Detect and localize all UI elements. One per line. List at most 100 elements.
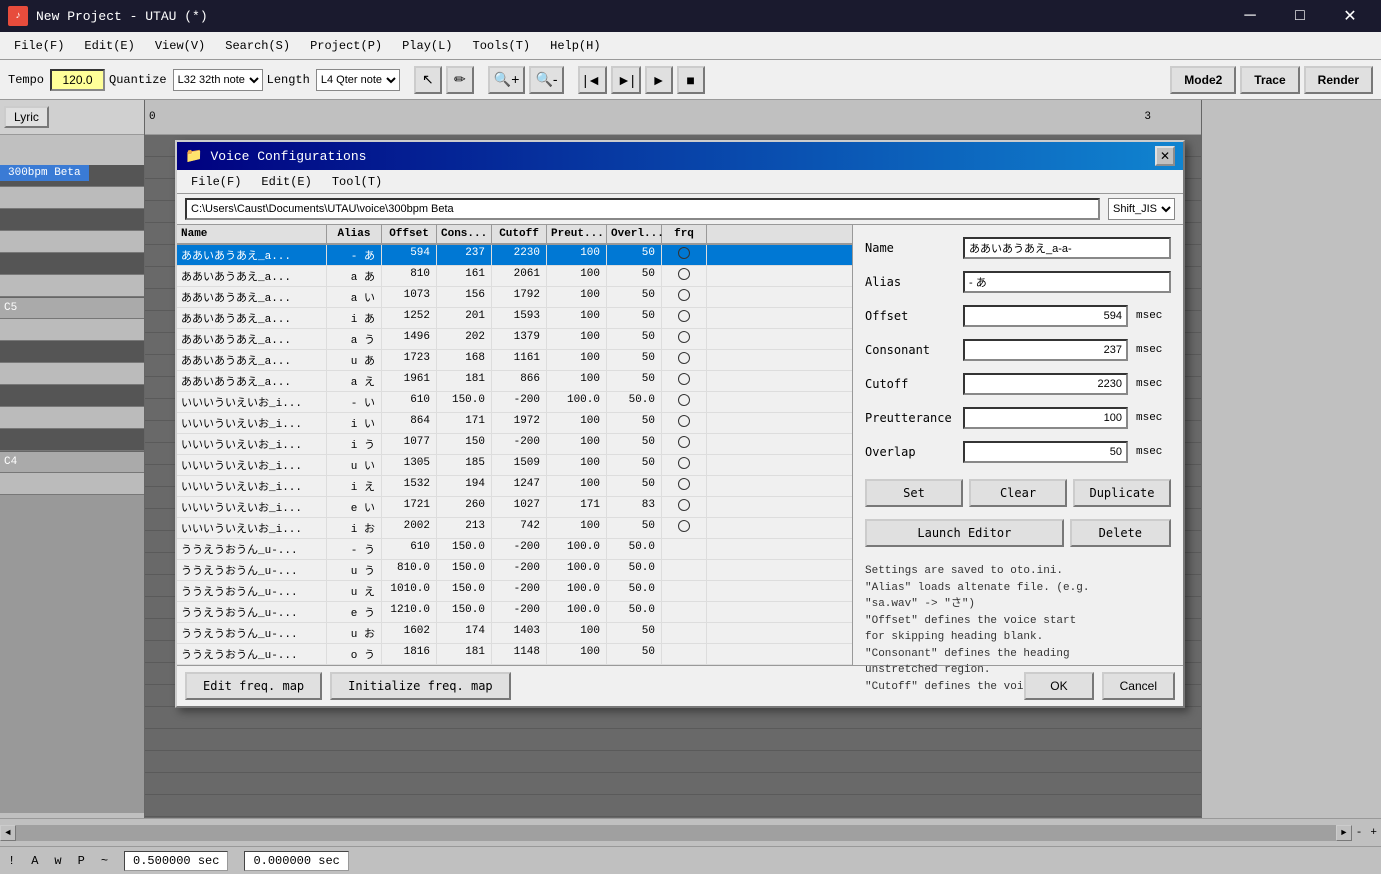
table-row[interactable]: ああいあうあえ_a... a あ 810 161 2061 100 50: [177, 266, 852, 287]
table-row[interactable]: ううえうおうん_u-... e う 1210.0 150.0 -200 100.…: [177, 602, 852, 623]
consonant-input[interactable]: [963, 339, 1128, 361]
td-offset: 1816: [382, 644, 437, 664]
td-cons: 185: [437, 455, 492, 475]
td-preut: 100: [547, 623, 607, 643]
td-cutoff: 1247: [492, 476, 547, 496]
voice-table-section: Name Alias Offset Cons... Cutoff Preut..…: [177, 225, 853, 665]
preutterance-input[interactable]: [963, 407, 1128, 429]
launch-editor-button[interactable]: Launch Editor: [865, 519, 1064, 547]
table-row[interactable]: ううえうおうん_u-... o う 1816 181 1148 100 50: [177, 644, 852, 665]
dialog-menu-edit[interactable]: Edit(E): [251, 173, 321, 191]
table-row[interactable]: いいいういえいお_i... i お 2002 213 742 100 50: [177, 518, 852, 539]
td-cutoff: -200: [492, 434, 547, 454]
dialog-close-button[interactable]: ✕: [1155, 146, 1175, 166]
table-row[interactable]: ううえうおうん_u-... u う 810.0 150.0 -200 100.0…: [177, 560, 852, 581]
table-row[interactable]: ううえうおうん_u-... u え 1010.0 150.0 -200 100.…: [177, 581, 852, 602]
table-row[interactable]: ああいあうあえ_a... a い 1073 156 1792 100 50: [177, 287, 852, 308]
table-row[interactable]: いいいういえいお_i... i い 864 171 1972 100 50: [177, 413, 852, 434]
th-offset: Offset: [382, 225, 437, 243]
clear-button[interactable]: Clear: [969, 479, 1067, 507]
consonant-unit: msec: [1136, 344, 1171, 356]
overlap-label: Overlap: [865, 445, 955, 459]
delete-button[interactable]: Delete: [1070, 519, 1171, 547]
table-row[interactable]: いいいういえいお_i... i え 1532 194 1247 100 50: [177, 476, 852, 497]
td-frq: [662, 350, 707, 370]
cancel-button[interactable]: Cancel: [1102, 672, 1175, 700]
table-row[interactable]: ううえうおうん_u-... - う 610 150.0 -200 100.0 5…: [177, 539, 852, 560]
td-cons: 156: [437, 287, 492, 307]
td-name: ううえうおうん_u-...: [177, 623, 327, 643]
td-preut: 100: [547, 644, 607, 664]
td-cons: 150.0: [437, 392, 492, 412]
td-frq: [662, 539, 707, 559]
overlap-unit: msec: [1136, 446, 1171, 458]
td-name: いいいういえいお_i...: [177, 434, 327, 454]
td-alias: u お: [327, 623, 382, 643]
overlap-input[interactable]: [963, 441, 1128, 463]
duplicate-button[interactable]: Duplicate: [1073, 479, 1171, 507]
td-frq: [662, 455, 707, 475]
frq-circle-icon: [678, 499, 690, 511]
td-cutoff: -200: [492, 539, 547, 559]
table-row[interactable]: ううえうおうん_u-... u お 1602 174 1403 100 50: [177, 623, 852, 644]
edit-freq-map-button[interactable]: Edit freq. map: [185, 672, 322, 700]
td-preut: 100: [547, 350, 607, 370]
td-cons: 201: [437, 308, 492, 328]
table-row[interactable]: ああいあうあえ_a... a う 1496 202 1379 100 50: [177, 329, 852, 350]
table-row[interactable]: ああいあうあえ_a... a え 1961 181 866 100 50: [177, 371, 852, 392]
td-offset: 594: [382, 245, 437, 265]
dialog-menu-file[interactable]: File(F): [181, 173, 251, 191]
td-name: いいいういえいお_i...: [177, 455, 327, 475]
td-offset: 1602: [382, 623, 437, 643]
frq-circle-icon: [678, 520, 690, 532]
td-preut: 100: [547, 518, 607, 538]
td-preut: 100.0: [547, 539, 607, 559]
init-freq-map-button[interactable]: Initialize freq. map: [330, 672, 511, 700]
cutoff-input[interactable]: [963, 373, 1128, 395]
table-row[interactable]: ああいあうあえ_a... u あ 1723 168 1161 100 50: [177, 350, 852, 371]
offset-input[interactable]: [963, 305, 1128, 327]
alias-input[interactable]: [963, 271, 1171, 293]
td-preut: 100: [547, 371, 607, 391]
dialog-right-panel: Name Alias Offset msec Consonant: [853, 225, 1183, 665]
td-overl: 50: [607, 434, 662, 454]
td-offset: 810: [382, 266, 437, 286]
td-cons: 150.0: [437, 539, 492, 559]
td-cutoff: 742: [492, 518, 547, 538]
td-overl: 50: [607, 245, 662, 265]
preutterance-field-row: Preutterance msec: [865, 407, 1171, 429]
td-offset: 864: [382, 413, 437, 433]
td-frq: [662, 308, 707, 328]
frq-circle-icon: [678, 373, 690, 385]
td-name: いいいういえいお_i...: [177, 392, 327, 412]
encoding-select[interactable]: Shift_JIS: [1108, 198, 1175, 220]
table-row[interactable]: ああいあうあえ_a... i あ 1252 201 1593 100 50: [177, 308, 852, 329]
td-overl: 50.0: [607, 560, 662, 580]
td-alias: - う: [327, 539, 382, 559]
offset-field-row: Offset msec: [865, 305, 1171, 327]
td-cutoff: 1379: [492, 329, 547, 349]
table-row[interactable]: いいいういえいお_i... - い 610 150.0 -200 100.0 5…: [177, 392, 852, 413]
td-overl: 50: [607, 287, 662, 307]
td-preut: 100: [547, 266, 607, 286]
ok-button[interactable]: OK: [1024, 672, 1093, 700]
frq-circle-icon: [678, 457, 690, 469]
dialog-body: Name Alias Offset Cons... Cutoff Preut..…: [177, 225, 1183, 665]
td-frq: [662, 497, 707, 517]
alias-label: Alias: [865, 275, 955, 289]
table-row[interactable]: ああいあうあえ_a... - あ 594 237 2230 100 50: [177, 245, 852, 266]
table-row[interactable]: いいいういえいお_i... i う 1077 150 -200 100 50: [177, 434, 852, 455]
td-name: いいいういえいお_i...: [177, 518, 327, 538]
td-alias: a あ: [327, 266, 382, 286]
dialog-overlay: 📁 Voice Configurations ✕ File(F) Edit(E)…: [0, 0, 1381, 874]
table-row[interactable]: いいいういえいお_i... e い 1721 260 1027 171 83: [177, 497, 852, 518]
name-field-row: Name: [865, 237, 1171, 259]
frq-circle-icon: [678, 310, 690, 322]
name-input[interactable]: [963, 237, 1171, 259]
dialog-menu-tool[interactable]: Tool(T): [322, 173, 392, 191]
table-body[interactable]: ああいあうあえ_a... - あ 594 237 2230 100 50 ああい…: [177, 245, 852, 665]
set-button[interactable]: Set: [865, 479, 963, 507]
path-input[interactable]: [185, 198, 1100, 220]
table-row[interactable]: いいいういえいお_i... u い 1305 185 1509 100 50: [177, 455, 852, 476]
td-name: ううえうおうん_u-...: [177, 539, 327, 559]
